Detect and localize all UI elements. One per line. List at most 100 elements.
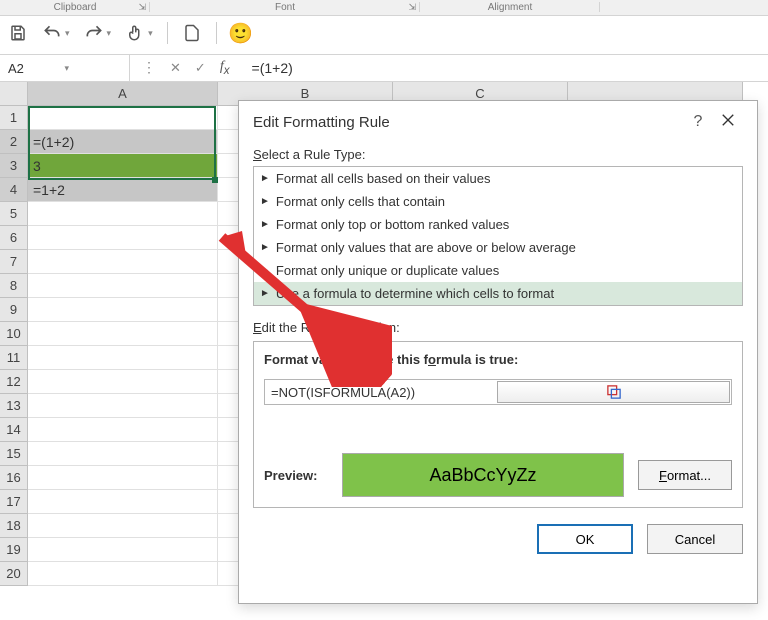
row-header[interactable]: 17 <box>0 490 28 514</box>
row-header[interactable]: 3 <box>0 154 28 178</box>
cell[interactable] <box>28 226 218 250</box>
fx-icon[interactable]: fx <box>220 59 230 77</box>
formula-input[interactable]: =NOT(ISFORMULA(A2)) <box>264 379 732 405</box>
ribbon-group-labels: Clipboard⇲ Font⇲ Alignment <box>0 0 768 16</box>
cell[interactable] <box>28 322 218 346</box>
cell[interactable] <box>28 418 218 442</box>
touch-mode-icon[interactable] <box>125 23 145 43</box>
formula-bar-value: =(1+2) <box>252 60 293 76</box>
rule-type-label: Format only unique or duplicate values <box>276 263 499 278</box>
rule-type-item[interactable]: ► Format only top or bottom ranked values <box>254 213 742 236</box>
list-marker-icon: ► <box>260 265 270 276</box>
range-picker-icon[interactable] <box>497 381 730 403</box>
rule-type-label: Format all cells based on their values <box>276 171 491 186</box>
rule-type-item[interactable]: ► Format all cells based on their values <box>254 167 742 190</box>
undo-dropdown-icon[interactable]: ▾ <box>65 28 70 39</box>
cell[interactable] <box>28 370 218 394</box>
row-header[interactable]: 4 <box>0 178 28 202</box>
edit-formatting-rule-dialog: Edit Formatting Rule ? Select a Rule Typ… <box>238 100 758 604</box>
list-marker-icon: ► <box>260 288 270 299</box>
cell[interactable] <box>28 202 218 226</box>
help-button[interactable]: ? <box>683 113 713 131</box>
column-header[interactable]: A <box>28 82 218 106</box>
row-header[interactable]: 13 <box>0 394 28 418</box>
dialog-titlebar: Edit Formatting Rule ? <box>239 101 757 143</box>
enter-icon[interactable]: ✓ <box>195 60 206 76</box>
row-header[interactable]: 5 <box>0 202 28 226</box>
list-marker-icon: ► <box>260 173 270 184</box>
dialog-title: Edit Formatting Rule <box>253 114 683 131</box>
row-header[interactable]: 15 <box>0 442 28 466</box>
row-header[interactable]: 9 <box>0 298 28 322</box>
rule-type-item[interactable]: ► Format only unique or duplicate values <box>254 259 742 282</box>
quick-access-toolbar: ▾ ▾ ▾ 🙂 <box>0 16 768 54</box>
cell[interactable]: =1+2 <box>28 178 218 202</box>
row-header[interactable]: 18 <box>0 514 28 538</box>
cell[interactable]: =(1+2) <box>28 130 218 154</box>
formula-bar[interactable]: =(1+2) <box>242 60 768 76</box>
cell[interactable] <box>28 538 218 562</box>
rule-type-item[interactable]: ►Use a formula to determine which cells … <box>254 282 742 305</box>
row-header[interactable]: 1 <box>0 106 28 130</box>
close-button[interactable] <box>713 113 743 131</box>
preview-sample: AaBbCcYyZz <box>342 453 624 497</box>
name-box-value: A2 <box>8 61 65 76</box>
format-button[interactable]: Format... <box>638 460 732 490</box>
row-header[interactable]: 10 <box>0 322 28 346</box>
cell[interactable] <box>28 250 218 274</box>
row-header[interactable]: 11 <box>0 346 28 370</box>
save-icon[interactable] <box>8 23 28 43</box>
smiley-icon[interactable]: 🙂 <box>231 23 251 43</box>
cell[interactable] <box>28 274 218 298</box>
ribbon-group-alignment: Alignment <box>420 0 600 15</box>
rule-type-list[interactable]: ►Format all cells based on their values►… <box>253 166 743 306</box>
rule-type-item[interactable]: ►Format only values that are above or be… <box>254 236 742 259</box>
row-header[interactable]: 8 <box>0 274 28 298</box>
rule-type-item[interactable]: ► Format only cells that contain <box>254 190 742 213</box>
cell[interactable] <box>28 466 218 490</box>
cell[interactable] <box>28 394 218 418</box>
formula-options-icon[interactable]: ⋮ <box>142 59 156 76</box>
cell[interactable]: 3 <box>28 154 218 178</box>
row-header[interactable]: 20 <box>0 562 28 586</box>
cell[interactable] <box>28 514 218 538</box>
ribbon-group-clipboard: Clipboard⇲ <box>0 0 150 15</box>
row-header[interactable]: 12 <box>0 370 28 394</box>
row-header[interactable]: 14 <box>0 418 28 442</box>
edit-rule-description-label: Edit the Rule Description: <box>253 320 743 335</box>
name-box-dropdown-icon[interactable]: ▾ <box>65 63 122 74</box>
preview-row: Preview: AaBbCcYyZz Format... <box>264 453 732 497</box>
touch-dropdown-icon[interactable]: ▾ <box>148 28 153 39</box>
select-all-corner[interactable] <box>0 82 28 106</box>
cancel-icon[interactable]: ✕ <box>170 60 181 76</box>
qat-separator <box>167 22 168 44</box>
row-header[interactable]: 7 <box>0 250 28 274</box>
list-marker-icon: ► <box>260 196 270 207</box>
redo-icon[interactable] <box>84 23 104 43</box>
formula-input-value: =NOT(ISFORMULA(A2)) <box>265 385 496 400</box>
cell[interactable] <box>28 442 218 466</box>
row-header[interactable]: 16 <box>0 466 28 490</box>
cell[interactable] <box>28 346 218 370</box>
undo-icon[interactable] <box>42 23 62 43</box>
ok-button[interactable]: OK <box>537 524 633 554</box>
redo-dropdown-icon[interactable]: ▾ <box>107 28 112 39</box>
cell[interactable] <box>28 298 218 322</box>
rule-type-label: Format only values that are above or bel… <box>276 240 576 255</box>
row-header[interactable]: 19 <box>0 538 28 562</box>
new-file-icon[interactable] <box>182 23 202 43</box>
row-header[interactable]: 2 <box>0 130 28 154</box>
cell[interactable] <box>28 106 218 130</box>
rule-type-label: Format only cells that contain <box>276 194 445 209</box>
preview-label: Preview: <box>264 468 328 483</box>
cell[interactable] <box>28 562 218 586</box>
formula-bar-row: A2 ▾ ⋮ ✕ ✓ fx =(1+2) <box>0 54 768 82</box>
rule-type-label: Format only top or bottom ranked values <box>276 217 509 232</box>
list-marker-icon: ► <box>260 219 270 230</box>
row-header[interactable]: 6 <box>0 226 28 250</box>
ribbon-group-font: Font⇲ <box>150 0 420 15</box>
cancel-button[interactable]: Cancel <box>647 524 743 554</box>
qat-separator-2 <box>216 22 217 44</box>
cell[interactable] <box>28 490 218 514</box>
name-box[interactable]: A2 ▾ <box>0 55 130 81</box>
